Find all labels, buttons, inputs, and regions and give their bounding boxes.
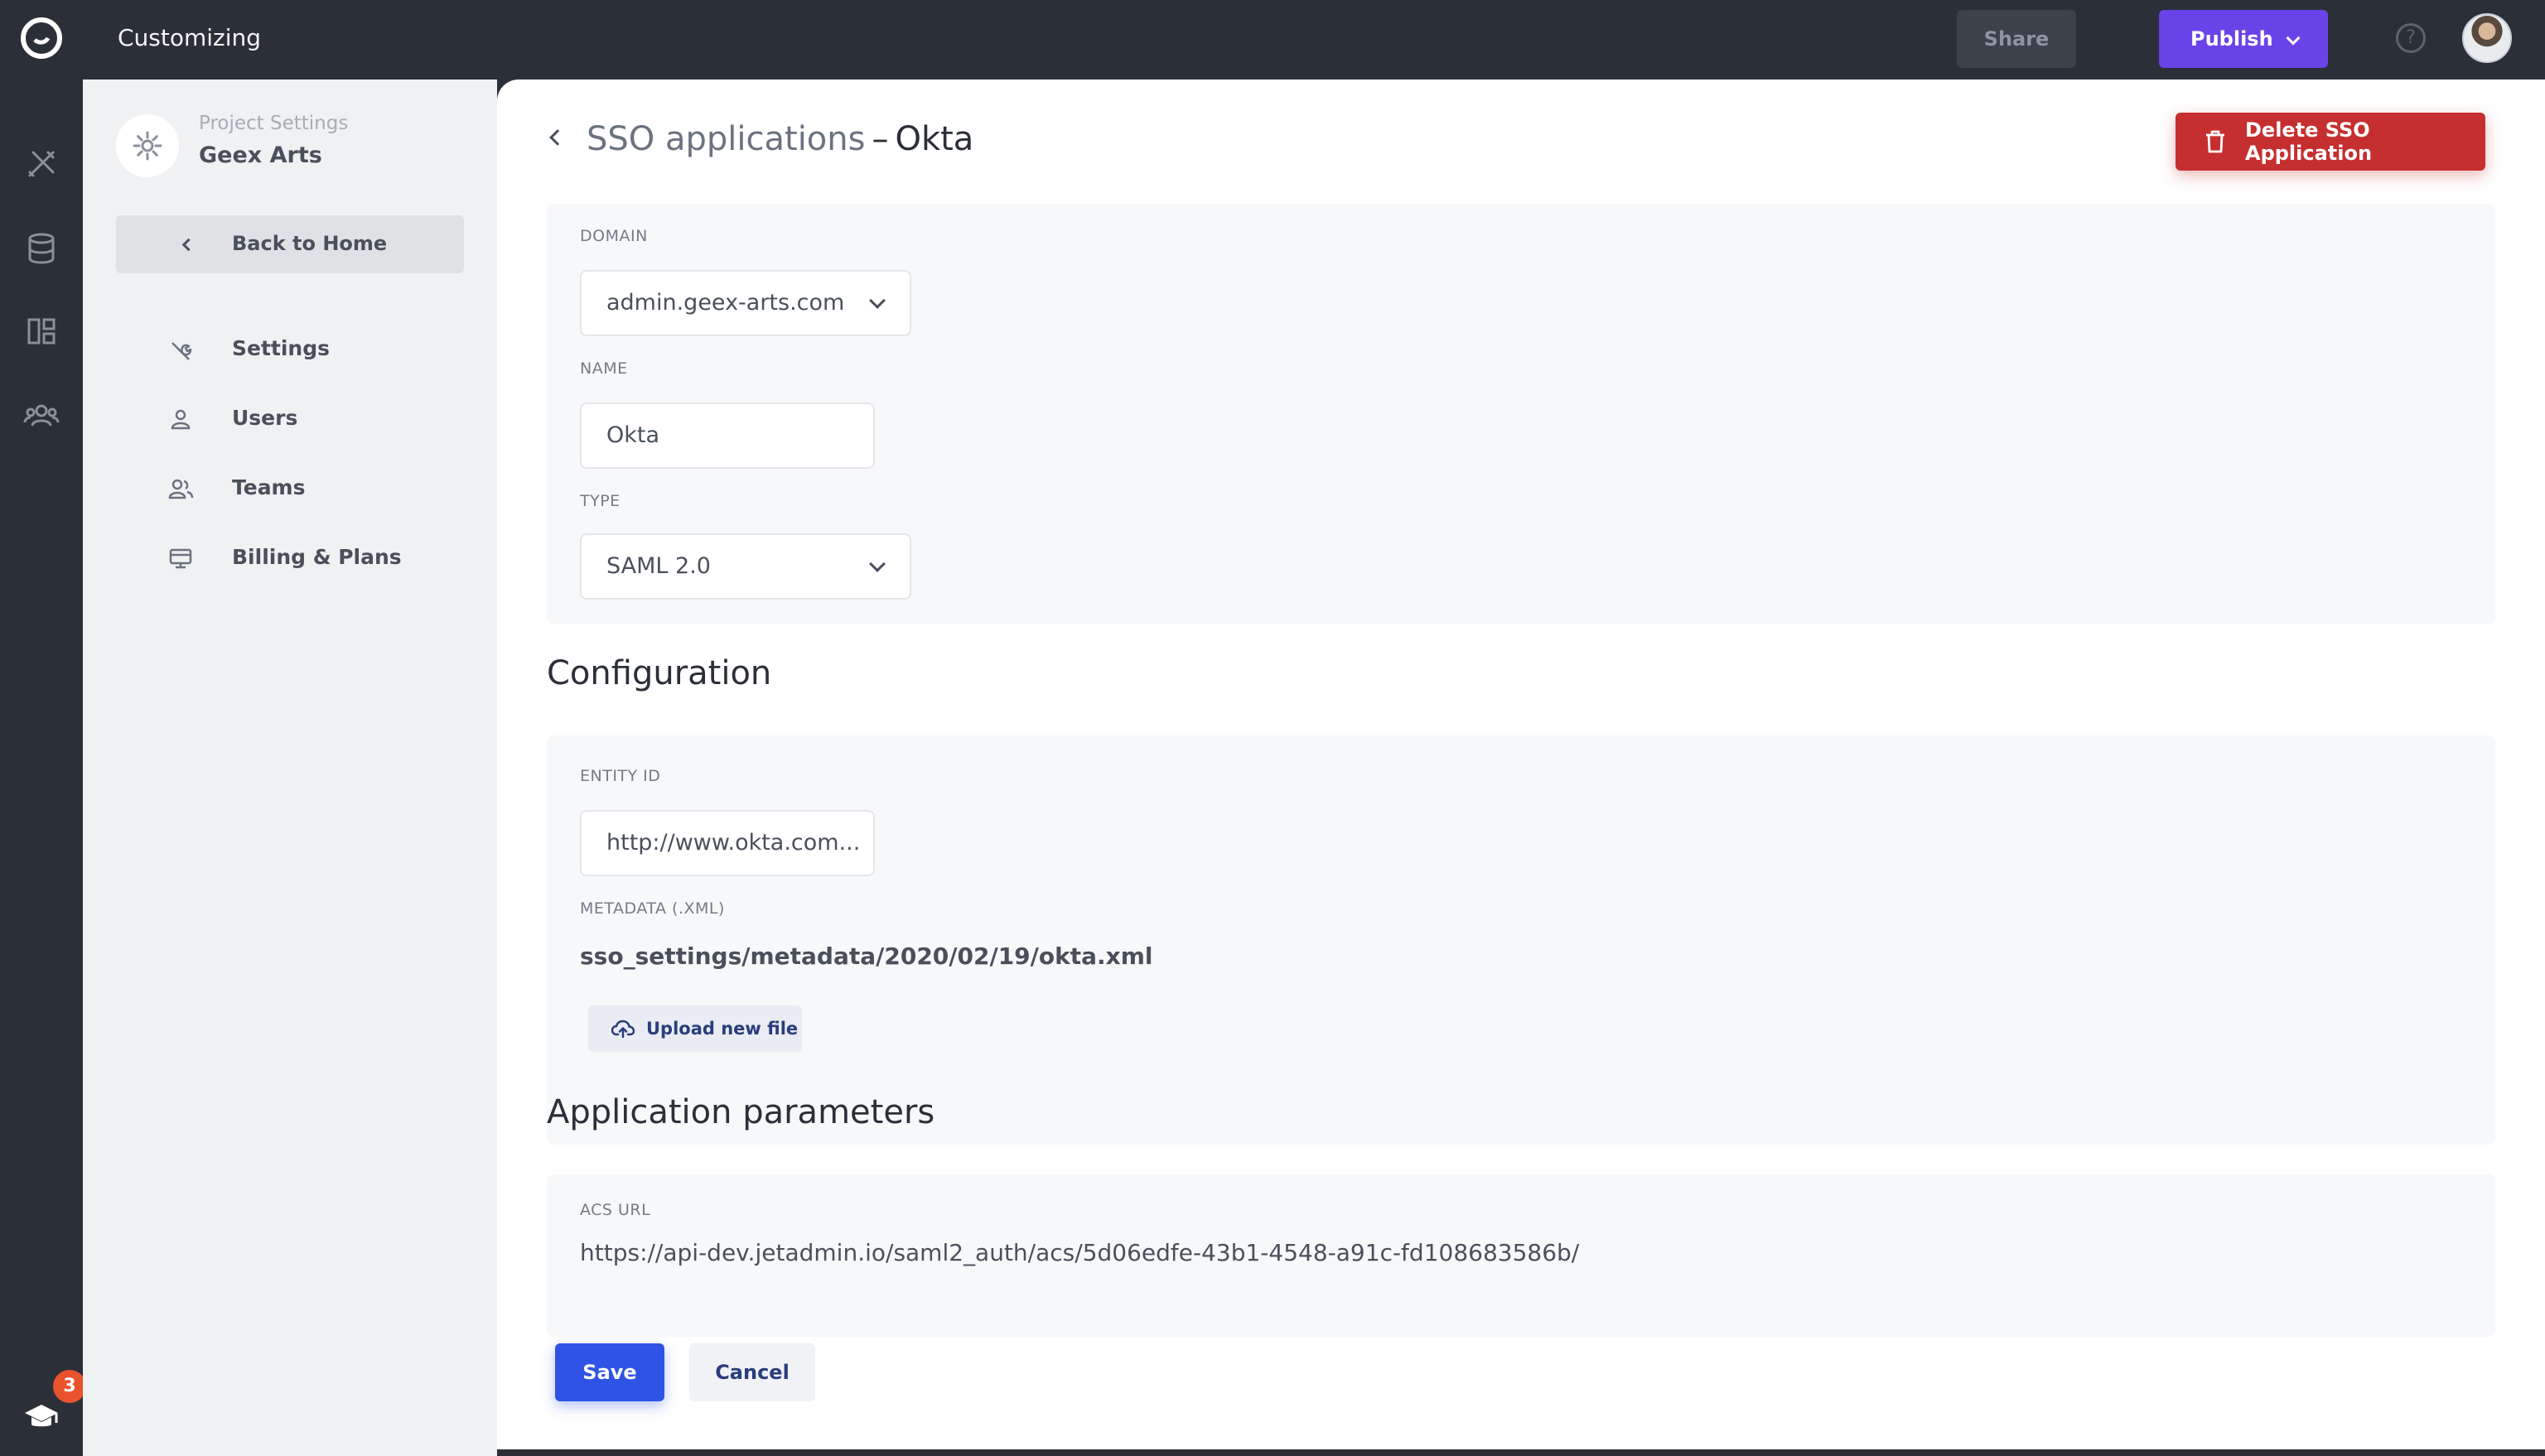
- sidebar-item-teams[interactable]: Teams: [116, 464, 464, 513]
- type-select[interactable]: SAML 2.0: [580, 533, 911, 600]
- project-settings-icon: [116, 114, 179, 177]
- chevron-down-icon: [2286, 31, 2301, 46]
- sidebar-item-label: Settings: [232, 336, 331, 360]
- avatar[interactable]: [2462, 13, 2512, 63]
- acs-url-value[interactable]: https://api-dev.jetadmin.io/saml2_auth/a…: [580, 1239, 1579, 1266]
- billing-icon: [169, 548, 192, 569]
- save-button[interactable]: Save: [555, 1343, 664, 1401]
- sidebar-item-users[interactable]: Users: [116, 394, 464, 444]
- delete-sso-button[interactable]: Delete SSO Application: [2176, 113, 2485, 171]
- name-input[interactable]: Okta: [580, 403, 875, 469]
- domain-value: admin.geex-arts.com: [606, 290, 845, 316]
- project-name: Geex Arts: [199, 142, 322, 168]
- type-label: TYPE: [580, 492, 621, 510]
- cloud-upload-icon: [611, 1020, 635, 1039]
- logo-icon[interactable]: [17, 13, 66, 63]
- page-title: SSO applications – Okta: [545, 116, 973, 162]
- configuration-title: Configuration: [547, 654, 772, 692]
- domain-label: DOMAIN: [580, 227, 648, 245]
- sidebar-item-label: Users: [232, 406, 298, 430]
- chevron-left-icon: [181, 238, 196, 252]
- type-value: SAML 2.0: [606, 553, 711, 579]
- main-panel: SSO applications – Okta Delete SSO Applica…: [497, 80, 2545, 1449]
- builder-tools-icon[interactable]: [22, 144, 61, 184]
- layout-icon[interactable]: [22, 311, 61, 351]
- icon-rail: 3: [0, 80, 86, 1456]
- trash-icon: [2206, 130, 2224, 153]
- name-label: NAME: [580, 359, 628, 378]
- settings-sidebar: Project Settings Geex Arts Back to Home …: [83, 80, 497, 1456]
- publish-button[interactable]: Publish: [2159, 10, 2328, 68]
- app-title: Customizing: [118, 24, 262, 51]
- chevron-down-icon: [869, 556, 886, 572]
- publish-label: Publish: [2190, 27, 2273, 51]
- general-card: DOMAIN admin.geex-arts.com NAME Okta TYP…: [547, 204, 2495, 624]
- sidebar-item-settings[interactable]: Settings: [116, 325, 464, 374]
- upload-file-label: Upload new file: [646, 1019, 799, 1039]
- sidebar-item-billing[interactable]: Billing & Plans: [116, 533, 464, 583]
- metadata-path: sso_settings/metadata/2020/02/19/okta.xm…: [580, 943, 1153, 970]
- domain-select[interactable]: admin.geex-arts.com: [580, 270, 911, 336]
- graduation-cap-icon[interactable]: [22, 1396, 61, 1436]
- team-icon: [168, 479, 194, 499]
- app-params-card: ACS URL https://api-dev.jetadmin.io/saml…: [547, 1174, 2495, 1337]
- cancel-button[interactable]: Cancel: [689, 1343, 815, 1401]
- breadcrumb-separator: –: [872, 120, 889, 158]
- wrench-icon: [171, 342, 192, 360]
- help-icon[interactable]: ?: [2396, 23, 2426, 53]
- configuration-card: ENTITY ID http://www.okta.com... METADAT…: [547, 735, 2495, 1145]
- current-page: Okta: [895, 120, 974, 158]
- sidebar-item-label: Teams: [232, 475, 306, 499]
- notification-badge: 3: [53, 1370, 86, 1403]
- database-icon[interactable]: [22, 229, 61, 268]
- entity-id-input[interactable]: http://www.okta.com...: [580, 810, 875, 876]
- top-bar: Customizing Share Publish ?: [0, 0, 2545, 80]
- metadata-label: METADATA (.XML): [580, 899, 725, 918]
- back-chevron-icon[interactable]: [549, 129, 566, 146]
- back-to-home-button[interactable]: Back to Home: [116, 215, 464, 273]
- breadcrumb[interactable]: SSO applications: [587, 120, 865, 158]
- acs-url-label: ACS URL: [580, 1201, 651, 1219]
- users-group-icon[interactable]: [22, 396, 61, 436]
- project-settings-label: Project Settings: [199, 113, 349, 134]
- sidebar-item-label: Billing & Plans: [232, 545, 402, 569]
- chevron-down-icon: [869, 292, 886, 309]
- gear-icon: [133, 131, 162, 161]
- share-button[interactable]: Share: [1957, 10, 2076, 68]
- back-to-home-label: Back to Home: [232, 232, 388, 255]
- entity-id-label: ENTITY ID: [580, 767, 661, 785]
- upload-file-button[interactable]: Upload new file: [588, 1005, 802, 1052]
- user-icon: [171, 409, 191, 430]
- app-params-title: Application parameters: [547, 1093, 935, 1131]
- delete-sso-label: Delete SSO Application: [2245, 118, 2373, 165]
